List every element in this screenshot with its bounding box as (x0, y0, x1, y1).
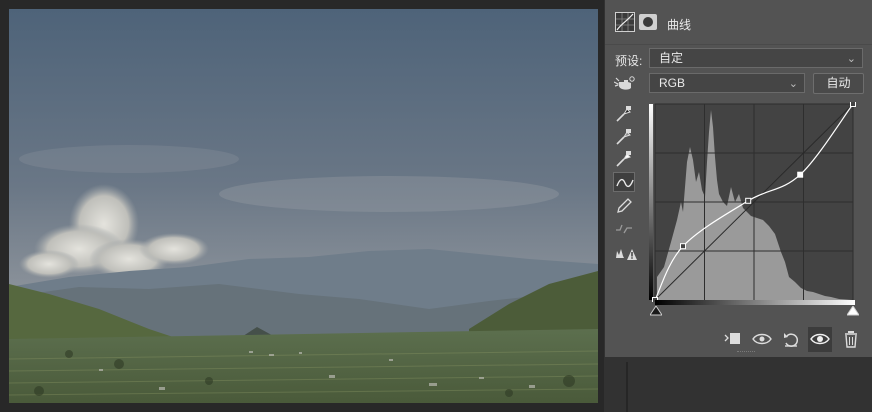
curve-control-point[interactable] (680, 243, 686, 250)
white-point-slider[interactable] (847, 306, 859, 316)
toggle-visibility-icon[interactable] (808, 327, 832, 352)
header-divider (605, 44, 872, 45)
chevron-down-icon: ⌄ (846, 53, 856, 65)
curves-adjustment-icon[interactable] (615, 12, 635, 32)
sample-black-point-icon[interactable] (613, 104, 635, 124)
black-point-slider[interactable] (650, 306, 662, 316)
curve-control-point[interactable] (797, 171, 804, 178)
preset-value: 自定 (659, 51, 684, 65)
input-gradient-bar (655, 300, 855, 305)
layer-mask-icon[interactable] (639, 14, 657, 30)
smooth-curve-icon[interactable] (613, 219, 635, 239)
curve-control-point[interactable] (850, 101, 856, 107)
chevron-down-icon: ⌄ (788, 78, 798, 90)
curve-control-point[interactable] (745, 197, 752, 204)
targeted-adjustment-hand-icon[interactable] (613, 74, 636, 94)
view-previous-state-icon[interactable] (752, 330, 772, 348)
channel-dropdown[interactable]: RGB ⌄ (649, 73, 805, 93)
pencil-draw-icon[interactable] (613, 196, 635, 216)
panel-resize-grip[interactable] (737, 351, 755, 354)
clipping-warning-icon[interactable] (613, 244, 639, 264)
delete-icon[interactable] (841, 330, 861, 348)
curve-graph[interactable] (649, 101, 856, 303)
auto-button[interactable]: 自动 (813, 73, 864, 94)
panel-title: 曲线 (667, 18, 692, 32)
preset-dropdown[interactable]: 自定 ⌄ (649, 48, 863, 68)
clip-to-layer-icon[interactable] (723, 330, 743, 348)
sample-gray-point-icon[interactable] (613, 127, 635, 147)
reset-icon[interactable] (781, 330, 801, 348)
landscape-photo (9, 9, 598, 403)
panel-header: 曲线 (605, 0, 872, 44)
sample-white-point-icon[interactable] (613, 149, 635, 169)
properties-panel: 曲线 预设: 自定 ⌄ RGB ⌄ 自动 (605, 0, 872, 357)
channel-value: RGB (659, 76, 686, 90)
document-canvas[interactable] (0, 0, 604, 412)
dock-divider (626, 362, 628, 412)
curve-point-tool-icon[interactable] (613, 172, 635, 192)
preset-label: 预设: (615, 54, 643, 68)
